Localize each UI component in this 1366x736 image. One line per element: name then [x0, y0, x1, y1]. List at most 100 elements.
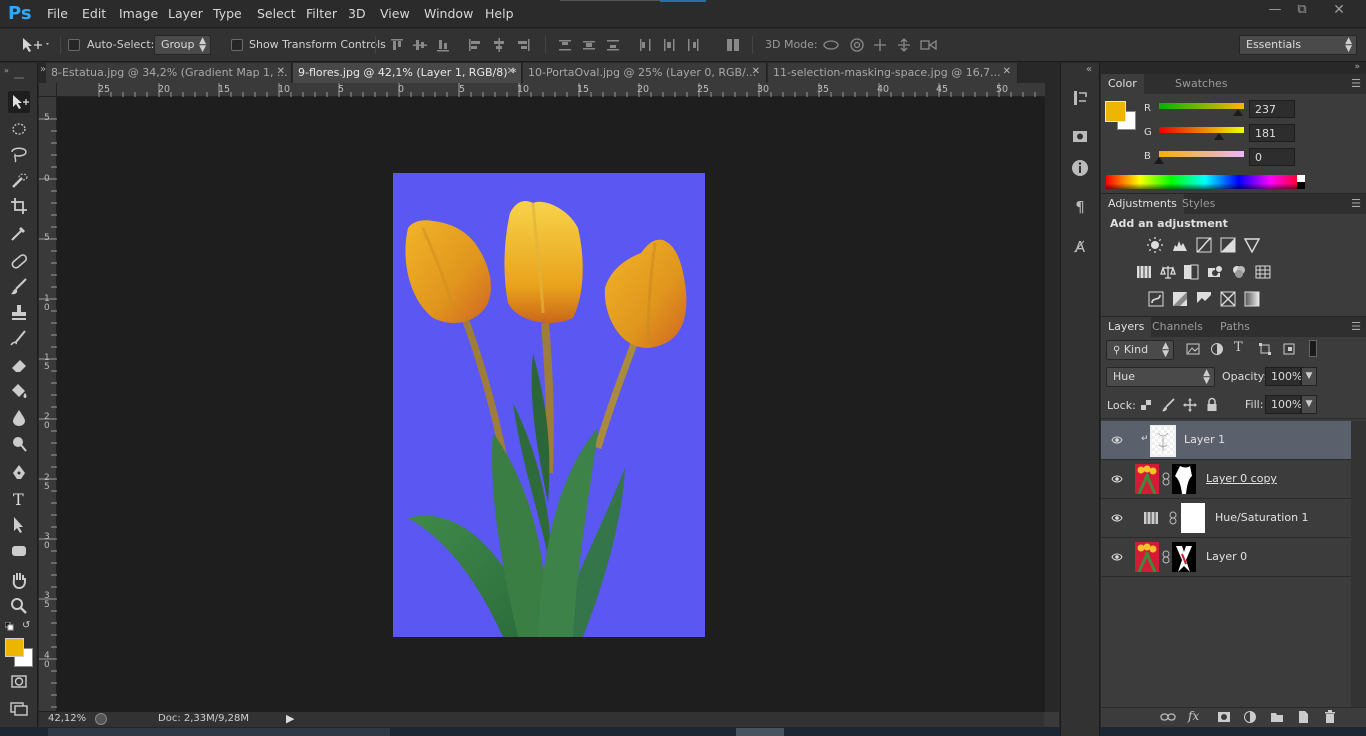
menu-help[interactable]: Help [485, 6, 514, 21]
menu-3d[interactable]: 3D [348, 6, 366, 21]
tab-11-selection-masking[interactable]: 11-selection-masking-space.jpg @ 16,7...… [768, 63, 1018, 83]
filter-smart-objects-icon[interactable] [1282, 342, 1296, 356]
tab-channels[interactable]: Channels [1145, 317, 1210, 337]
quick-mask-icon[interactable] [8, 671, 30, 693]
lock-transparent-pixels-icon[interactable] [1139, 398, 1153, 412]
new-adjustment-layer-icon[interactable] [1243, 710, 1257, 724]
collapse-panels-icon[interactable]: « [1086, 64, 1092, 75]
minimize-icon[interactable]: — [1263, 2, 1287, 20]
taskbar-item[interactable] [48, 728, 390, 736]
layer-row-layer-1[interactable]: ↵ Layer 1 [1101, 421, 1351, 460]
delete-layer-icon[interactable] [1324, 710, 1336, 724]
status-menu-arrow-icon[interactable]: ▶ [286, 712, 294, 725]
menu-file[interactable]: File [47, 6, 68, 21]
document-image[interactable] [393, 173, 705, 637]
eraser-tool-icon[interactable] [8, 354, 30, 376]
link-icon[interactable] [1162, 472, 1170, 486]
distribute-left-icon[interactable] [637, 37, 653, 53]
lock-position-icon[interactable] [1183, 398, 1197, 412]
lock-image-pixels-icon[interactable] [1161, 398, 1175, 412]
distribute-top-icon[interactable] [557, 37, 573, 53]
align-left-icon[interactable] [467, 37, 483, 53]
visibility-eye-icon[interactable] [1111, 434, 1123, 446]
menu-select[interactable]: Select [257, 6, 296, 21]
posterize-icon[interactable] [1172, 291, 1188, 307]
show-transform-checkbox[interactable] [231, 39, 243, 51]
zoom-level[interactable]: 42,12% [48, 713, 86, 724]
link-icon[interactable] [1162, 550, 1170, 564]
pen-tool-icon[interactable] [8, 462, 30, 484]
menu-view[interactable]: View [380, 6, 410, 21]
exposure-icon[interactable] [1220, 237, 1236, 253]
tab-8-estatua[interactable]: 8-Estatua.jpg @ 34,2% (Gradient Map 1, .… [46, 63, 292, 83]
align-top-icon[interactable] [389, 37, 405, 53]
b-value-field[interactable]: 0 [1249, 148, 1295, 166]
align-vcenter-icon[interactable] [412, 37, 428, 53]
menu-type[interactable]: Type [213, 6, 242, 21]
tab-adjustments[interactable]: Adjustments [1101, 194, 1184, 214]
menu-window[interactable]: Window [424, 6, 473, 21]
distribute-bottom-icon[interactable] [605, 37, 621, 53]
fx-icon[interactable]: fx [1188, 709, 1199, 723]
tab-swatches[interactable]: Swatches [1168, 74, 1235, 94]
filter-shape-layers-icon[interactable] [1258, 342, 1272, 356]
color-balance-icon[interactable] [1160, 264, 1176, 280]
filter-toggle-switch[interactable] [1309, 340, 1317, 357]
b-slider-thumb[interactable] [1154, 157, 1164, 164]
layer-name[interactable]: Layer 1 [1184, 433, 1225, 446]
distribute-vcenter-icon[interactable] [581, 37, 597, 53]
layer-mask-thumbnail[interactable] [1181, 503, 1205, 533]
visibility-eye-icon[interactable] [1111, 473, 1123, 485]
black-white-icon[interactable] [1183, 264, 1199, 280]
foreground-color-swatch[interactable] [5, 638, 24, 657]
close-icon[interactable]: ✕ [507, 66, 515, 77]
menu-filter[interactable]: Filter [306, 6, 337, 21]
gradient-map-icon[interactable] [1244, 291, 1260, 307]
close-icon[interactable]: ✕ [1327, 2, 1351, 20]
levels-icon[interactable] [1172, 237, 1188, 253]
ruler-corner[interactable] [39, 83, 57, 97]
spectrum-white-swatch[interactable] [1297, 175, 1305, 182]
healing-brush-tool-icon[interactable] [8, 250, 30, 272]
color-spectrum-bar[interactable] [1106, 175, 1304, 189]
lock-all-icon[interactable] [1205, 397, 1219, 412]
paint-bucket-tool-icon[interactable] [8, 380, 30, 402]
eyedropper-tool-icon[interactable] [8, 222, 30, 244]
crop-tool-icon[interactable] [8, 195, 30, 217]
rectangle-tool-icon[interactable] [8, 540, 30, 562]
taskbar-item[interactable] [736, 728, 784, 736]
type-tool-icon[interactable]: T [8, 488, 30, 510]
marquee-tool-icon[interactable] [8, 118, 30, 140]
default-colors-icon[interactable] [4, 621, 14, 631]
new-layer-icon[interactable] [1297, 710, 1309, 724]
distribute-hcenter-icon[interactable] [661, 37, 677, 53]
layer-mask-thumbnail[interactable] [1172, 542, 1196, 572]
restore-icon[interactable]: ⧉ [1290, 2, 1314, 20]
visibility-eye-icon[interactable] [1111, 512, 1123, 524]
tab-9-flores[interactable]: 9-flores.jpg @ 42,1% (Layer 1, RGB/8) * … [293, 63, 522, 83]
layer-filter-kind-dropdown[interactable]: ⚲ Kind ▲ ▼ [1106, 340, 1174, 360]
move-tool-preset-icon[interactable] [20, 36, 50, 54]
paragraph-panel-icon[interactable]: ¶ [1070, 198, 1090, 218]
move-tool-icon[interactable] [8, 91, 30, 113]
panel-menu-icon[interactable]: ☰ [1351, 320, 1361, 333]
panel-menu-icon[interactable]: ☰ [1351, 197, 1361, 210]
align-bottom-icon[interactable] [435, 37, 451, 53]
new-group-icon[interactable] [1270, 711, 1284, 723]
threshold-icon[interactable] [1196, 291, 1212, 307]
status-info-icon[interactable] [95, 713, 107, 725]
align-hcenter-icon[interactable] [491, 37, 507, 53]
layer-row-layer-0[interactable]: Layer 0 [1101, 538, 1351, 577]
curves-icon[interactable] [1196, 237, 1212, 253]
properties-panel-icon[interactable] [1070, 127, 1090, 147]
character-panel-icon[interactable]: A̸ [1070, 238, 1090, 258]
menu-image[interactable]: Image [119, 6, 158, 21]
g-slider[interactable] [1159, 127, 1244, 133]
tab-paths[interactable]: Paths [1213, 317, 1257, 337]
dodge-tool-icon[interactable] [8, 433, 30, 455]
lasso-tool-icon[interactable] [8, 143, 30, 165]
menu-edit[interactable]: Edit [82, 6, 106, 21]
vertical-scrollbar[interactable] [1045, 83, 1059, 711]
auto-select-dropdown[interactable]: Group ▲ ▼ [154, 35, 211, 55]
layer-row-hue-saturation-1[interactable]: Hue/Saturation 1 [1101, 499, 1351, 538]
